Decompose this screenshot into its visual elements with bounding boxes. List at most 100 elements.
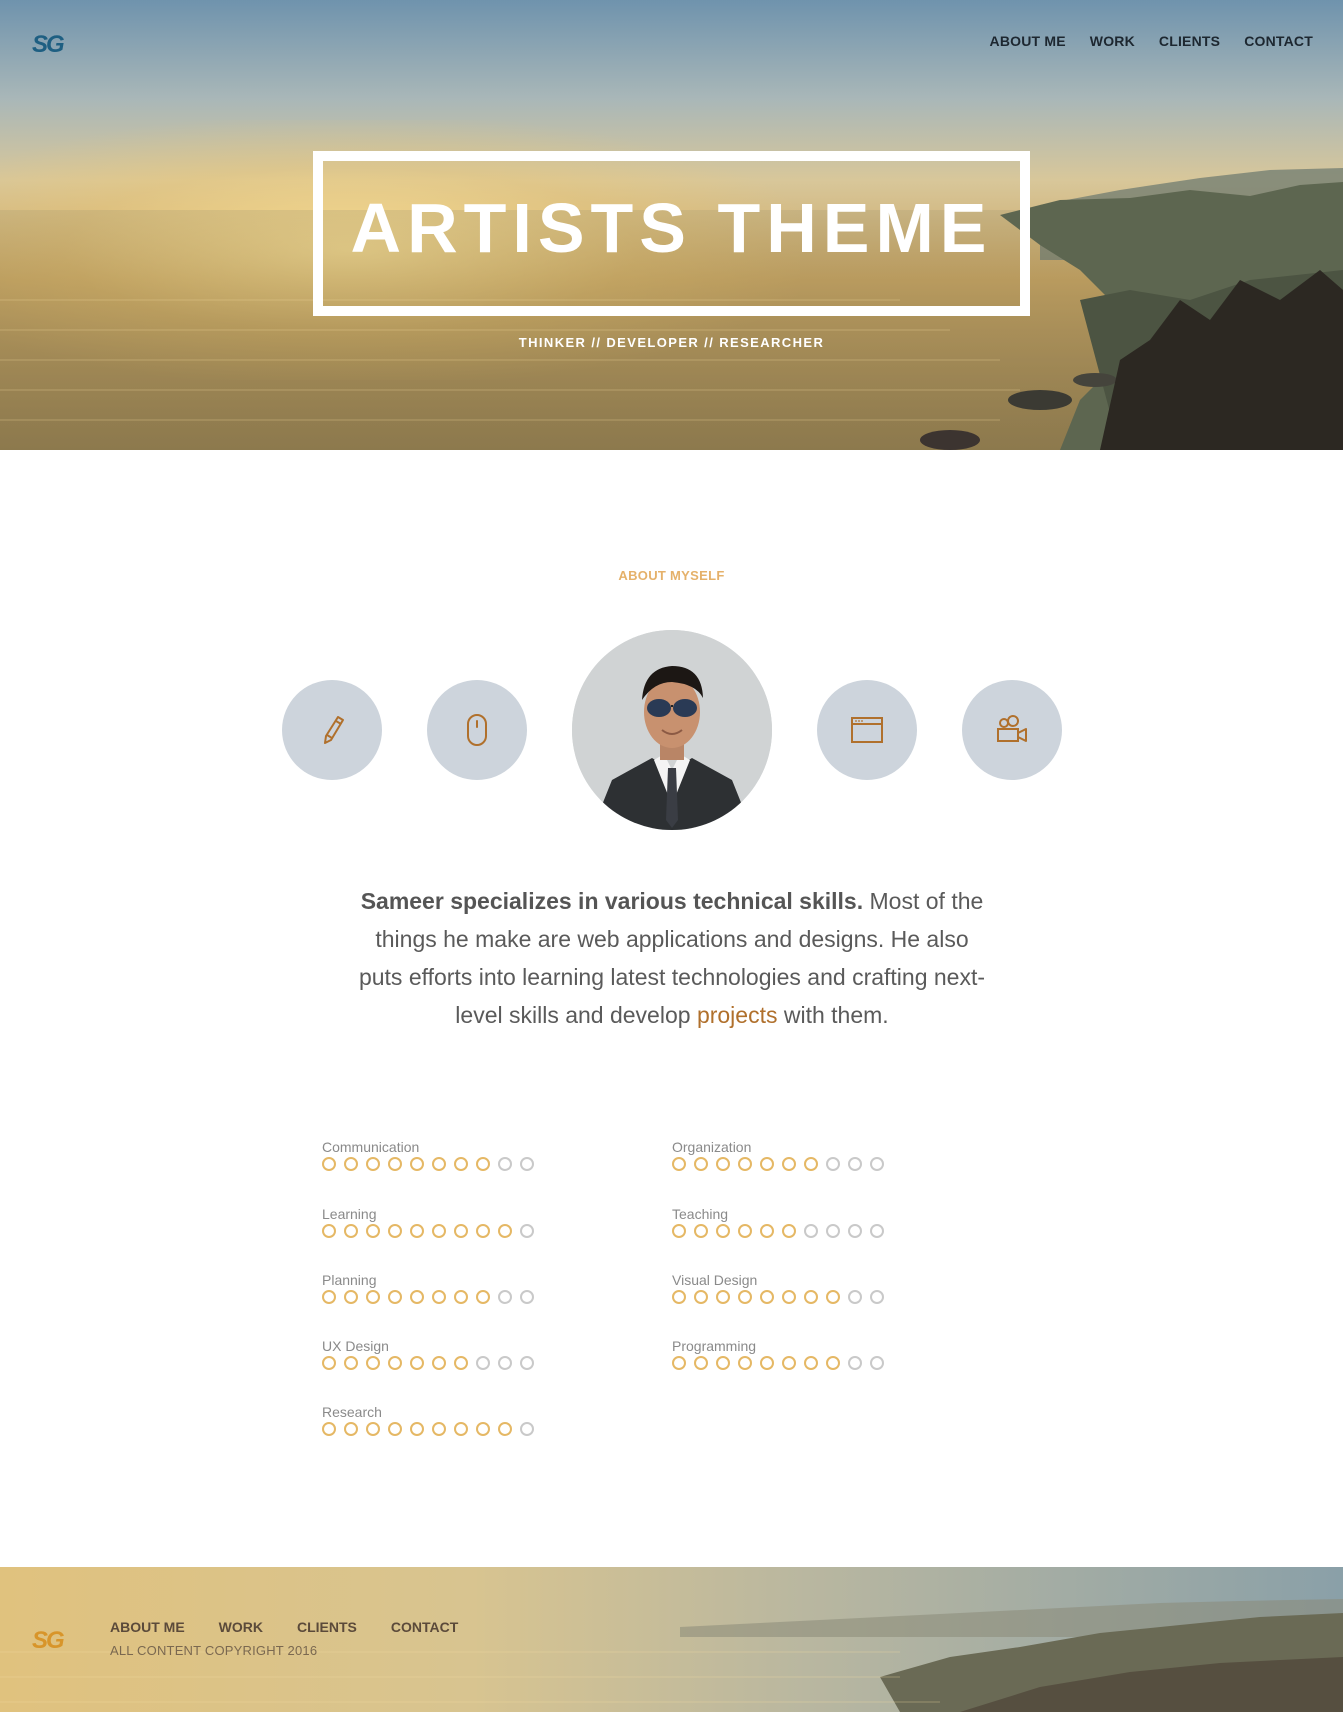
rating-dot-filled bbox=[344, 1356, 358, 1370]
footer-nav-clients[interactable]: CLIENTS bbox=[297, 1619, 357, 1635]
rating-dot-empty bbox=[476, 1356, 490, 1370]
rating-dot-filled bbox=[344, 1157, 358, 1171]
rating-dot-filled bbox=[410, 1356, 424, 1370]
rating-dot-filled bbox=[694, 1157, 708, 1171]
footer-nav-contact[interactable]: CONTACT bbox=[391, 1619, 458, 1635]
rating-dot-filled bbox=[672, 1290, 686, 1304]
rating-dot-filled bbox=[760, 1224, 774, 1238]
skill-rating bbox=[672, 1157, 972, 1171]
rating-dot-empty bbox=[520, 1157, 534, 1171]
rating-dot-filled bbox=[454, 1224, 468, 1238]
nav-work[interactable]: WORK bbox=[1090, 33, 1135, 49]
footer-nav-work[interactable]: WORK bbox=[219, 1619, 263, 1635]
skill-label: Teaching bbox=[672, 1206, 729, 1222]
section-kicker: ABOUT MYSELF bbox=[618, 568, 725, 583]
rating-dot-filled bbox=[782, 1224, 796, 1238]
rating-dot-filled bbox=[782, 1356, 796, 1370]
rating-dot-filled bbox=[366, 1290, 380, 1304]
rating-dot-filled bbox=[738, 1224, 752, 1238]
rating-dot-filled bbox=[694, 1356, 708, 1370]
rating-dot-filled bbox=[410, 1422, 424, 1436]
rating-dot-empty bbox=[498, 1356, 512, 1370]
copyright: ALL CONTENT COPYRIGHT 2016 bbox=[110, 1643, 318, 1658]
footer bbox=[0, 1567, 1343, 1712]
rating-dot-filled bbox=[366, 1224, 380, 1238]
skill-label: UX Design bbox=[322, 1338, 389, 1354]
skill-rating bbox=[322, 1422, 622, 1436]
rating-dot-filled bbox=[672, 1356, 686, 1370]
rating-dot-filled bbox=[782, 1290, 796, 1304]
skill-item: Programming bbox=[672, 1338, 972, 1370]
mouse-icon bbox=[427, 680, 527, 780]
skill-label: Programming bbox=[672, 1338, 757, 1354]
rating-dot-filled bbox=[388, 1422, 402, 1436]
rating-dot-filled bbox=[410, 1224, 424, 1238]
rating-dot-empty bbox=[826, 1224, 840, 1238]
rating-dot-empty bbox=[804, 1224, 818, 1238]
rating-dot-filled bbox=[738, 1290, 752, 1304]
rating-dot-filled bbox=[454, 1356, 468, 1370]
rating-dot-filled bbox=[476, 1157, 490, 1171]
skill-rating bbox=[322, 1356, 622, 1370]
rating-dot-filled bbox=[498, 1422, 512, 1436]
rating-dot-filled bbox=[826, 1356, 840, 1370]
nav-about-me[interactable]: ABOUT ME bbox=[990, 33, 1066, 49]
nav-contact[interactable]: CONTACT bbox=[1244, 33, 1313, 49]
rating-dot-filled bbox=[672, 1157, 686, 1171]
skill-item: Teaching bbox=[672, 1206, 972, 1238]
hero-title: ARTISTS THEME bbox=[350, 188, 993, 267]
rating-dot-empty bbox=[870, 1157, 884, 1171]
rating-dot-filled bbox=[388, 1290, 402, 1304]
rating-dot-filled bbox=[344, 1290, 358, 1304]
skill-rating bbox=[672, 1290, 972, 1304]
rating-dot-filled bbox=[432, 1224, 446, 1238]
rating-dot-filled bbox=[476, 1290, 490, 1304]
browser-window-icon bbox=[817, 680, 917, 780]
logo[interactable]: SG bbox=[32, 31, 65, 59]
hero-banner: SG ABOUT ME WORK CLIENTS CONTACT ARTISTS… bbox=[0, 0, 1343, 450]
rating-dot-filled bbox=[366, 1157, 380, 1171]
avatar bbox=[572, 630, 772, 830]
rating-dot-filled bbox=[322, 1290, 336, 1304]
skill-rating bbox=[322, 1290, 622, 1304]
projects-link[interactable]: projects bbox=[697, 1002, 778, 1028]
about-text-strong: Sameer specializes in various technical … bbox=[360, 888, 864, 914]
rating-dot-filled bbox=[432, 1157, 446, 1171]
skill-item: Planning bbox=[322, 1272, 622, 1304]
rating-dot-filled bbox=[498, 1224, 512, 1238]
rating-dot-empty bbox=[870, 1356, 884, 1370]
footer-nav-about-me[interactable]: ABOUT ME bbox=[110, 1619, 185, 1635]
rating-dot-filled bbox=[804, 1157, 818, 1171]
rating-dot-filled bbox=[322, 1356, 336, 1370]
skill-label: Learning bbox=[322, 1206, 377, 1222]
rating-dot-empty bbox=[848, 1290, 862, 1304]
rating-dot-filled bbox=[716, 1290, 730, 1304]
rating-dot-empty bbox=[848, 1356, 862, 1370]
skill-rating bbox=[672, 1224, 972, 1238]
hero-subtitle: THINKER // DEVELOPER // RESEARCHER bbox=[518, 335, 825, 350]
skill-label: Organization bbox=[672, 1139, 752, 1155]
rating-dot-filled bbox=[782, 1157, 796, 1171]
skill-rating bbox=[322, 1157, 622, 1171]
rating-dot-filled bbox=[410, 1290, 424, 1304]
rating-dot-empty bbox=[826, 1157, 840, 1171]
rating-dot-filled bbox=[694, 1224, 708, 1238]
skill-rating bbox=[322, 1224, 622, 1238]
nav-clients[interactable]: CLIENTS bbox=[1159, 33, 1220, 49]
rating-dot-filled bbox=[454, 1422, 468, 1436]
rating-dot-filled bbox=[760, 1290, 774, 1304]
rating-dot-filled bbox=[476, 1224, 490, 1238]
about-text-end: with them. bbox=[777, 1002, 889, 1028]
skill-item: Communication bbox=[322, 1139, 622, 1171]
rating-dot-filled bbox=[476, 1422, 490, 1436]
rating-dot-filled bbox=[322, 1224, 336, 1238]
rating-dot-filled bbox=[366, 1356, 380, 1370]
footer-logo[interactable]: SG bbox=[32, 1627, 65, 1655]
footer-nav: ABOUT ME WORK CLIENTS CONTACT bbox=[110, 1619, 458, 1635]
skill-item: Organization bbox=[672, 1139, 972, 1171]
rating-dot-filled bbox=[826, 1290, 840, 1304]
skill-label: Visual Design bbox=[672, 1272, 758, 1288]
rating-dot-empty bbox=[870, 1290, 884, 1304]
rating-dot-empty bbox=[870, 1224, 884, 1238]
rating-dot-empty bbox=[520, 1356, 534, 1370]
